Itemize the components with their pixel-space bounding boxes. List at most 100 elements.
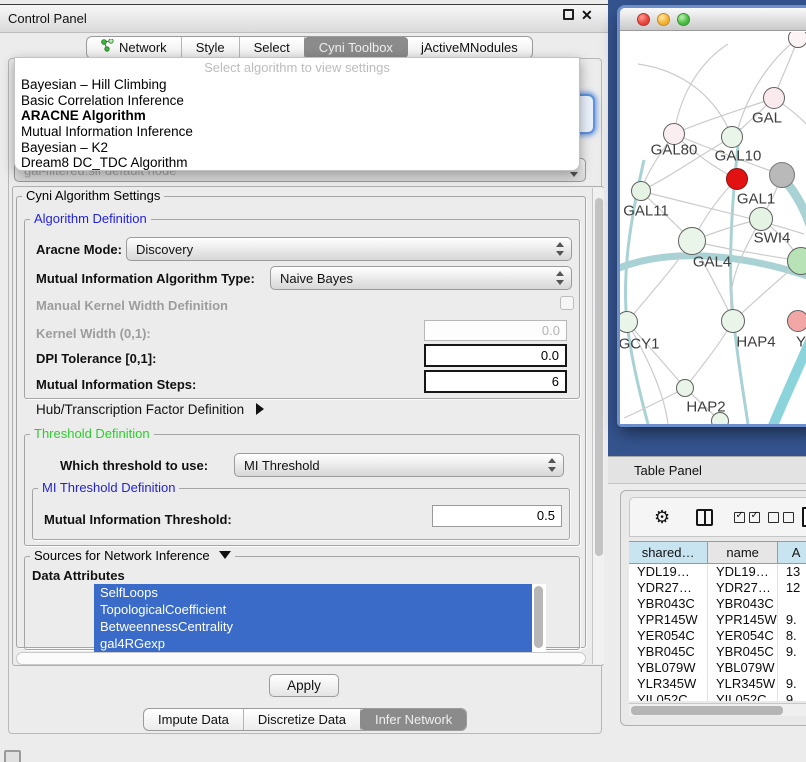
table-cell: YPR145W (629, 612, 708, 628)
algorithm-option[interactable]: ARACNE Algorithm (15, 108, 579, 124)
settings-horizontal-scrollbar[interactable] (16, 652, 586, 665)
table-cell: 13 (778, 564, 806, 580)
network-window-titlebar[interactable] (620, 8, 806, 31)
network-node[interactable] (631, 181, 651, 201)
data-attributes-list: SelfLoopsTopologicalCoefficientBetweenne… (94, 584, 546, 652)
table-row[interactable]: YDR27…YDR27…12 (629, 580, 806, 596)
tab-select[interactable]: Select (240, 37, 305, 58)
network-node[interactable] (676, 379, 694, 397)
tab-label: Discretize Data (258, 709, 346, 730)
attribute-list-item[interactable]: SelfLoops (94, 584, 532, 601)
table-row[interactable]: YLR345WYLR345W9. (629, 676, 806, 692)
gear-icon[interactable]: ⚙ (654, 506, 670, 528)
kernel-width-label: Kernel Width (0,1): (36, 326, 151, 341)
column-header[interactable]: shared… (629, 542, 708, 564)
select-all-columns-icon[interactable] (734, 512, 760, 523)
tab-label: Infer Network (375, 709, 452, 730)
document-icon[interactable] (802, 507, 806, 527)
table-header-row: shared…nameA (629, 542, 806, 564)
scrollbar-thumb[interactable] (595, 198, 603, 556)
table-cell: 9. (778, 612, 806, 628)
mi-threshold-input[interactable]: 0.5 (432, 505, 562, 527)
manual-kernel-checkbox[interactable] (560, 296, 574, 310)
table-row[interactable]: YBL079WYBL079W (629, 660, 806, 676)
network-node[interactable] (788, 32, 806, 48)
tab-network[interactable]: Network (87, 37, 182, 58)
tab-label: Impute Data (158, 709, 229, 730)
tab-discretize-data[interactable]: Discretize Data (244, 709, 361, 730)
table-cell: YLR345W (708, 676, 778, 692)
columns-icon[interactable] (696, 509, 713, 526)
table-horizontal-scrollbar[interactable] (629, 703, 806, 716)
table-cell: 9. (778, 692, 806, 701)
algorithm-option[interactable]: Bayesian – Hill Climbing (15, 77, 579, 93)
attribute-list-item[interactable]: gal4RGexp (94, 635, 532, 652)
column-header[interactable]: name (708, 542, 778, 564)
tab-jactivemnodules[interactable]: jActiveMNodules (407, 37, 532, 58)
network-view-window[interactable]: GALGAL80GAL10GAL1GAL11SWI4GAL4GCY1HAP4YH… (620, 8, 806, 424)
tab-label: Cyni Toolbox (319, 37, 393, 58)
deselect-all-columns-icon[interactable] (768, 512, 794, 523)
minimize-window-button[interactable] (657, 13, 670, 26)
network-icon (101, 37, 114, 58)
network-node[interactable] (749, 207, 773, 231)
table-row[interactable]: YDL19…YDL19…13 (629, 564, 806, 580)
collapse-arrow-icon (219, 551, 231, 559)
node-label: HAP2 (686, 399, 725, 416)
which-threshold-select[interactable]: MI Threshold (234, 453, 564, 477)
sources-group-title[interactable]: Sources for Network Inference (30, 549, 235, 563)
dpi-tolerance-input[interactable]: 0.0 (424, 344, 567, 367)
float-window-button[interactable] (563, 9, 574, 20)
mi-steps-input[interactable]: 6 (424, 370, 567, 393)
tab-cyni-toolbox[interactable]: Cyni Toolbox (304, 37, 408, 58)
tab-style[interactable]: Style (182, 37, 240, 58)
table-row[interactable]: YBR043CYBR043C (629, 596, 806, 612)
network-node[interactable] (769, 162, 795, 188)
zoom-window-button[interactable] (677, 13, 690, 26)
table-cell: YBR045C (708, 644, 778, 660)
algorithm-option[interactable]: Dream8 DC_TDC Algorithm (15, 155, 579, 171)
scrollbar-thumb[interactable] (631, 706, 783, 715)
list-scrollbar-thumb[interactable] (534, 586, 543, 648)
tab-impute-data[interactable]: Impute Data (144, 709, 244, 730)
network-node[interactable] (763, 87, 785, 109)
table-row[interactable]: YIL052CYIL052C9. (629, 692, 806, 701)
node-label: GAL80 (651, 142, 698, 159)
table-panel-body: ⚙ shared…nameA YDL19…YDL19…13YDR27…YDR27… (620, 490, 806, 726)
algorithm-option[interactable]: Basic Correlation Inference (15, 93, 579, 109)
network-node[interactable] (787, 310, 806, 332)
network-node[interactable] (726, 168, 748, 190)
attribute-list-item[interactable]: BetweennessCentrality (94, 618, 532, 635)
attribute-list-item[interactable]: TopologicalCoefficient (94, 601, 532, 618)
table-row[interactable]: YPR145WYPR145W9. (629, 612, 806, 628)
network-node[interactable] (678, 227, 706, 255)
node-label: GAL11 (623, 203, 669, 220)
close-panel-button[interactable]: ✕ (581, 6, 593, 24)
network-node[interactable] (721, 126, 743, 148)
table-cell (778, 596, 806, 612)
network-node[interactable] (721, 309, 745, 333)
close-window-button[interactable] (637, 13, 650, 26)
table-cell: YDR27… (629, 580, 708, 596)
table-row[interactable]: YER054CYER054C8. (629, 628, 806, 644)
mi-steps-label: Mutual Information Steps: (36, 377, 196, 392)
kernel-width-input[interactable]: 0.0 (424, 320, 567, 341)
apply-button[interactable]: Apply (269, 674, 339, 697)
aracne-mode-select[interactable]: Discovery (126, 237, 572, 261)
tab-infer-network[interactable]: Infer Network (360, 709, 467, 730)
mi-type-label: Mutual Information Algorithm Type: (36, 271, 255, 286)
app-root: Control Panel ✕ NetworkStyleSelectCyni T… (0, 0, 806, 762)
tab-label: Network (119, 37, 167, 58)
table-cell: YLR345W (629, 676, 708, 692)
docked-panel-icon[interactable] (4, 750, 21, 762)
node-label: Y (796, 334, 806, 351)
settings-vertical-scrollbar[interactable] (592, 188, 604, 664)
mi-type-select[interactable]: Naive Bayes (270, 266, 572, 290)
table-cell: YIL052C (708, 692, 778, 701)
hub-expander[interactable]: Hub/Transcription Factor Definition (36, 402, 264, 417)
table-row[interactable]: YBR045CYBR045C9. (629, 644, 806, 660)
algorithm-option[interactable]: Mutual Information Inference (15, 124, 579, 140)
network-canvas[interactable]: GALGAL80GAL10GAL1GAL11SWI4GAL4GCY1HAP4YH… (620, 32, 806, 424)
algorithm-option[interactable]: Bayesian – K2 (15, 140, 579, 156)
column-header[interactable]: A (778, 542, 806, 564)
